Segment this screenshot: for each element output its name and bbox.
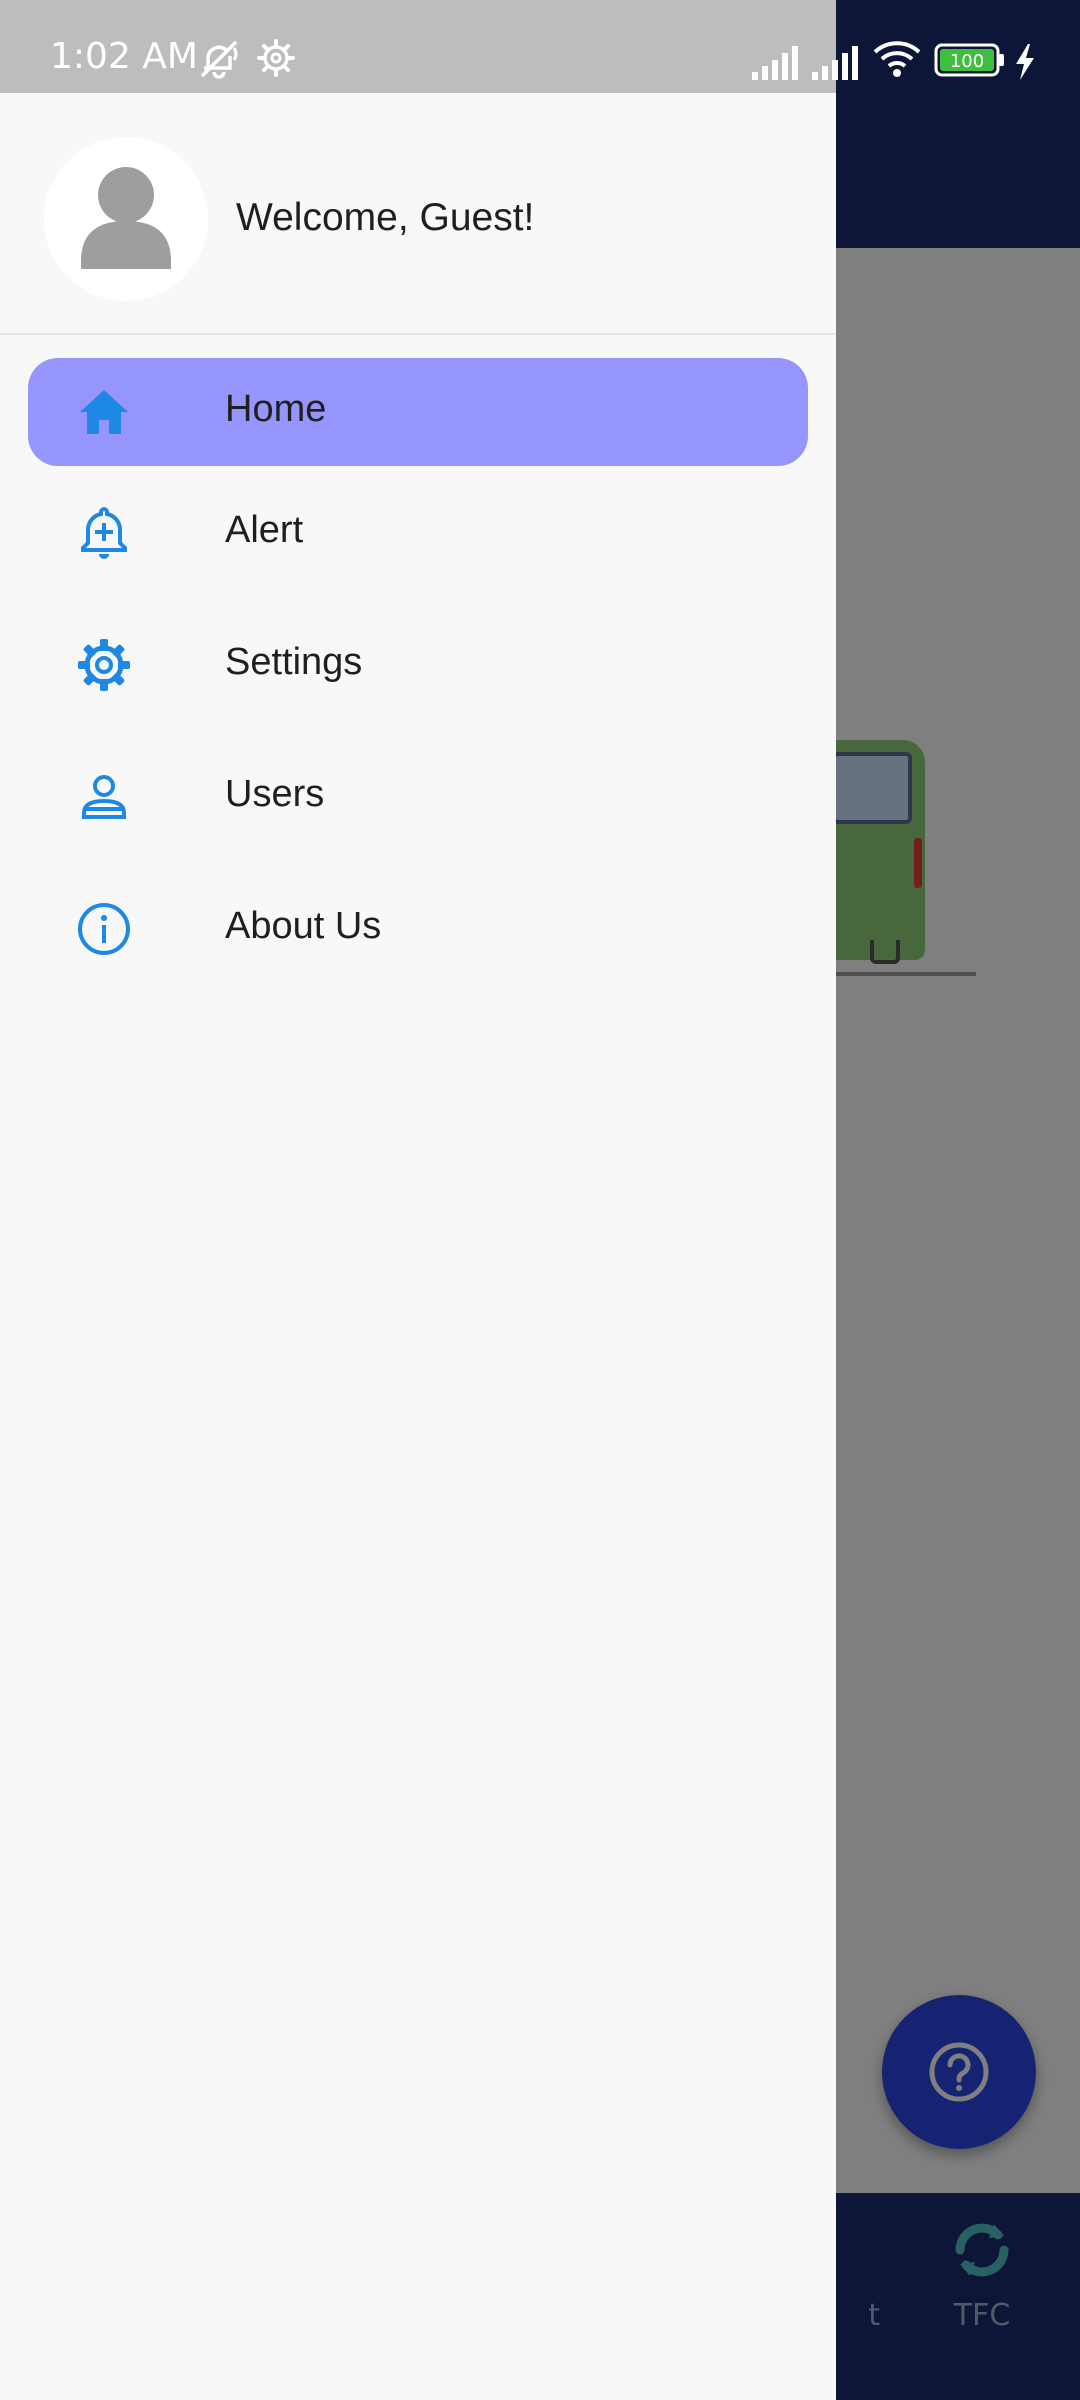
charging-icon [1016, 44, 1034, 80]
battery-level: 100 [950, 51, 984, 72]
drawer-item-alert[interactable]: Alert [28, 479, 808, 587]
navigation-drawer: Welcome, Guest! Home Alert Settings User… [0, 93, 836, 2400]
drawer-item-label: Settings [225, 641, 363, 683]
person-icon [82, 775, 126, 819]
status-time: 1:02 AM [50, 36, 198, 77]
info-icon [78, 903, 130, 955]
drawer-item-settings[interactable]: Settings [28, 611, 808, 719]
wifi-icon [873, 41, 921, 77]
status-bar: 1:02 AM [0, 0, 858, 93]
gear-icon [78, 639, 130, 691]
drawer-item-label: Home [225, 388, 327, 430]
drawer-item-home[interactable]: Home [28, 358, 808, 466]
alarm-off-icon [200, 40, 238, 79]
drawer-item-users[interactable]: Users [28, 743, 808, 851]
settings-icon [257, 39, 295, 77]
signal-icon [752, 46, 798, 80]
drawer-header: Welcome, Guest! [0, 93, 836, 335]
battery-icon: 100 [934, 43, 1004, 77]
drawer-item-about-us[interactable]: About Us [28, 875, 808, 983]
status-bar-right: 100 [836, 0, 1080, 93]
account-circle-icon [44, 137, 208, 301]
home-icon [80, 390, 128, 434]
alert-bell-plus-icon [81, 506, 127, 559]
drawer-item-label: About Us [225, 905, 382, 947]
avatar[interactable] [44, 137, 208, 301]
drawer-item-label: Users [225, 773, 325, 815]
drawer-item-label: Alert [225, 509, 304, 551]
welcome-text: Welcome, Guest! [236, 196, 535, 239]
